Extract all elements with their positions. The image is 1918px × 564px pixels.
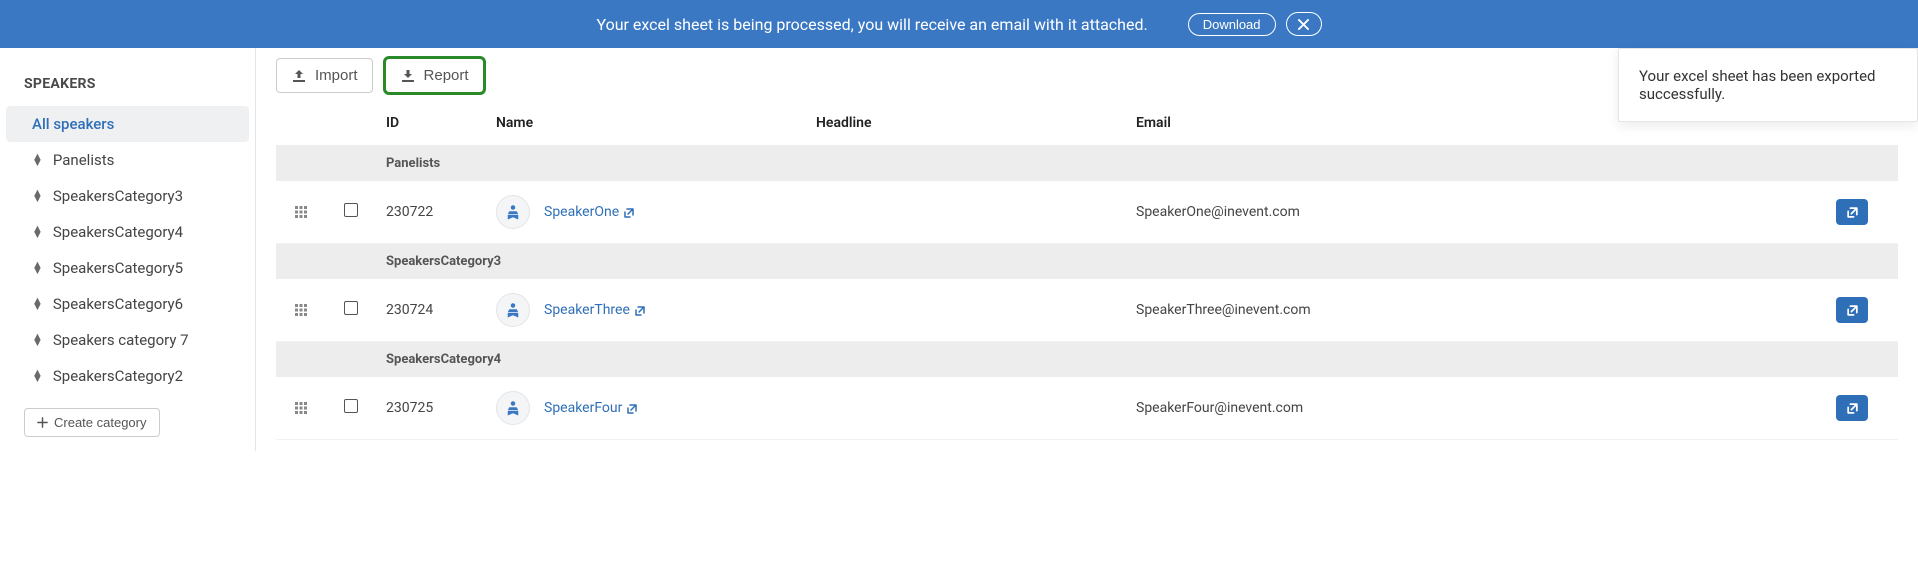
- sidebar-item-label: SpeakersCategory4: [53, 223, 183, 241]
- row-checkbox[interactable]: [344, 203, 358, 217]
- open-row-button[interactable]: [1836, 199, 1868, 225]
- close-icon: [1298, 19, 1309, 30]
- group-title: SpeakersCategory4: [376, 342, 1898, 378]
- table-row: 230724 SpeakerThree SpeakerThree@inevent.c…: [276, 279, 1898, 342]
- row-checkbox[interactable]: [344, 399, 358, 413]
- speaker-name-link[interactable]: SpeakerThree: [544, 302, 630, 318]
- create-category-button[interactable]: Create category: [24, 408, 160, 437]
- speaker-name-link[interactable]: SpeakerFour: [544, 400, 622, 416]
- sidebar-item-label: SpeakersCategory2: [53, 367, 183, 385]
- download-button[interactable]: Download: [1188, 13, 1276, 36]
- row-id: 230725: [376, 377, 486, 440]
- download-icon: [400, 69, 416, 83]
- avatar: [496, 195, 530, 229]
- group-title: SpeakersCategory3: [376, 244, 1898, 280]
- sidebar-item-label: SpeakersCategory6: [53, 295, 183, 313]
- close-notification-button[interactable]: [1286, 12, 1322, 36]
- import-label: Import: [315, 67, 358, 84]
- drag-handle-icon[interactable]: [294, 400, 308, 416]
- col-header-id[interactable]: ID: [376, 101, 486, 146]
- row-id: 230724: [376, 279, 486, 342]
- notification-actions: Download: [1188, 12, 1322, 36]
- open-row-button[interactable]: [1836, 395, 1868, 421]
- sidebar-item-category[interactable]: ▲▼ Speakers category 7: [6, 322, 249, 358]
- sidebar-item-category[interactable]: ▲▼ SpeakersCategory4: [6, 214, 249, 250]
- avatar: [496, 293, 530, 327]
- speaker-name-link[interactable]: SpeakerOne: [544, 204, 619, 220]
- row-headline: [806, 279, 1126, 342]
- plus-icon: [37, 417, 48, 428]
- notification-bar: Your excel sheet is being processed, you…: [0, 0, 1918, 48]
- external-link-icon[interactable]: [626, 401, 638, 415]
- create-category-label: Create category: [54, 415, 147, 430]
- sort-icon: ▲▼: [32, 226, 43, 238]
- sidebar-item-category[interactable]: ▲▼ SpeakersCategory5: [6, 250, 249, 286]
- table-row: 230722 SpeakerOne SpeakerOne@inevent.com: [276, 181, 1898, 244]
- import-button[interactable]: Import: [276, 58, 373, 93]
- sidebar-item-label: Panelists: [53, 151, 114, 169]
- report-button[interactable]: Report: [385, 58, 484, 93]
- sidebar-item-label: Speakers category 7: [53, 331, 189, 349]
- drag-handle-icon[interactable]: [294, 204, 308, 220]
- sidebar-item-category[interactable]: ▲▼ SpeakersCategory6: [6, 286, 249, 322]
- toast-message: Your excel sheet has been exported succe…: [1639, 67, 1875, 103]
- sort-icon: ▲▼: [32, 154, 43, 166]
- speakers-table: ID Name Headline Email Panelists230722Sp…: [276, 101, 1898, 440]
- sort-icon: ▲▼: [32, 334, 43, 346]
- row-id: 230722: [376, 181, 486, 244]
- col-header-name[interactable]: Name: [486, 101, 806, 146]
- sort-icon: ▲▼: [32, 190, 43, 202]
- table-group-row: SpeakersCategory3: [276, 244, 1898, 280]
- sort-icon: ▲▼: [32, 262, 43, 274]
- open-row-button[interactable]: [1836, 297, 1868, 323]
- row-email: SpeakerFour@inevent.com: [1126, 377, 1826, 440]
- row-email: SpeakerThree@inevent.com: [1126, 279, 1826, 342]
- table-group-row: SpeakersCategory4: [276, 342, 1898, 378]
- sort-icon: ▲▼: [32, 298, 43, 310]
- sidebar-item-label: All speakers: [32, 115, 114, 133]
- external-link-icon[interactable]: [623, 205, 635, 219]
- sidebar-item-category[interactable]: ▲▼ SpeakersCategory2: [6, 358, 249, 394]
- notification-message: Your excel sheet is being processed, you…: [596, 15, 1147, 34]
- sidebar-item-label: SpeakersCategory3: [53, 187, 183, 205]
- sidebar-title: SPEAKERS: [0, 70, 255, 106]
- sidebar-item-all-speakers[interactable]: All speakers: [6, 106, 249, 142]
- table-group-row: Panelists: [276, 146, 1898, 182]
- table-row: 230725 SpeakerFour SpeakerFour@inevent.com: [276, 377, 1898, 440]
- sidebar: SPEAKERS All speakers ▲▼ Panelists ▲▼ Speak…: [0, 48, 256, 451]
- content-area: Import Report ID Name Headline Email Pan: [256, 48, 1918, 451]
- drag-handle-icon[interactable]: [294, 302, 308, 318]
- external-link-icon[interactable]: [634, 303, 646, 317]
- group-title: Panelists: [376, 146, 1898, 182]
- col-header-headline[interactable]: Headline: [806, 101, 1126, 146]
- sidebar-item-label: SpeakersCategory5: [53, 259, 183, 277]
- sidebar-item-category[interactable]: ▲▼ Panelists: [6, 142, 249, 178]
- report-label: Report: [424, 67, 469, 84]
- sort-icon: ▲▼: [32, 370, 43, 382]
- row-checkbox[interactable]: [344, 301, 358, 315]
- row-email: SpeakerOne@inevent.com: [1126, 181, 1826, 244]
- export-success-toast: Your excel sheet has been exported succe…: [1618, 48, 1918, 122]
- sidebar-item-category[interactable]: ▲▼ SpeakersCategory3: [6, 178, 249, 214]
- upload-icon: [291, 69, 307, 83]
- avatar: [496, 391, 530, 425]
- row-headline: [806, 181, 1126, 244]
- row-headline: [806, 377, 1126, 440]
